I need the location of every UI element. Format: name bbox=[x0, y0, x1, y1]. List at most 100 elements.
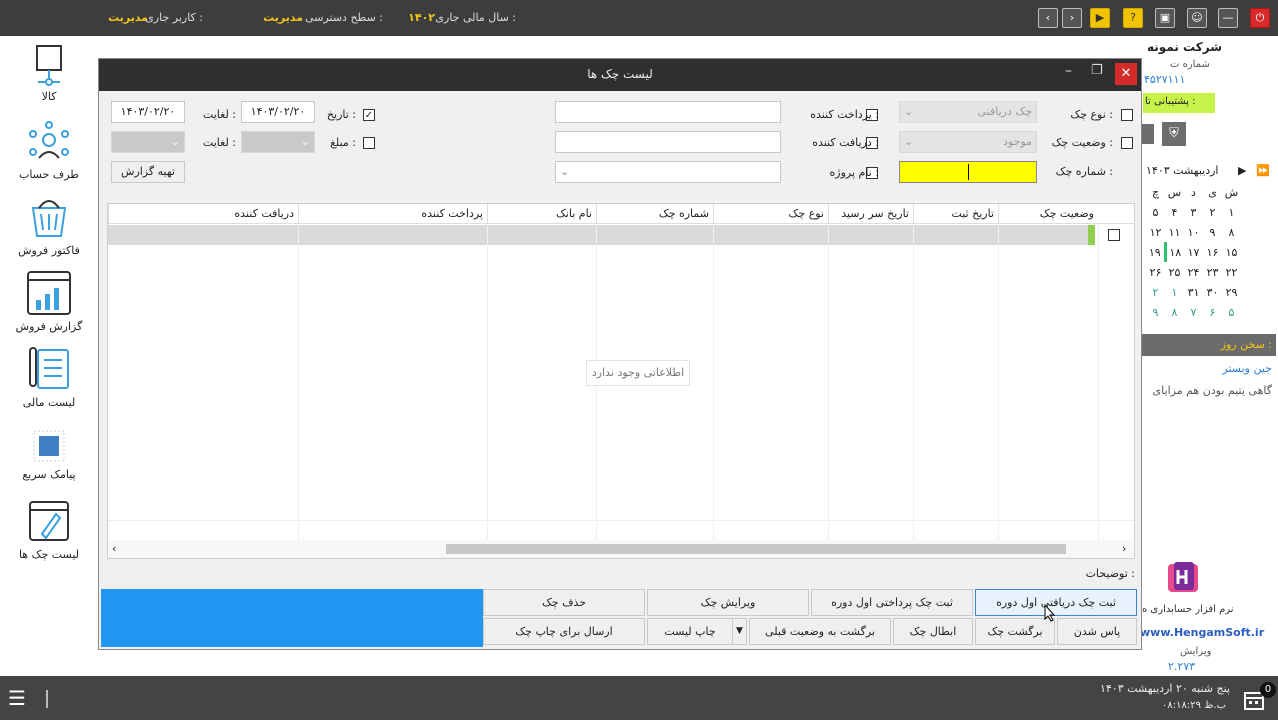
amount-checkbox[interactable] bbox=[363, 137, 375, 149]
calendar-day[interactable]: ۳ bbox=[1184, 202, 1203, 222]
calendar-day[interactable]: ۵ bbox=[1146, 202, 1165, 222]
calendar-day-next-month[interactable]: ۷ bbox=[1184, 302, 1203, 322]
lock-icon[interactable]: ▣ bbox=[1155, 8, 1175, 28]
scroll-left-icon[interactable]: ‹ bbox=[112, 542, 116, 555]
payer-input[interactable] bbox=[555, 101, 781, 123]
nav-item-goods[interactable]: کالا bbox=[0, 44, 98, 103]
calendar-day[interactable]: ۸ bbox=[1222, 222, 1241, 242]
column-header[interactable]: نام بانک bbox=[487, 204, 596, 224]
calendar-day-next-month[interactable]: ۱ bbox=[1165, 282, 1184, 302]
edit-check-button[interactable]: ویرایش چک bbox=[647, 589, 809, 616]
selected-row[interactable] bbox=[108, 225, 1088, 245]
calendar-day-next-month[interactable]: ۹ bbox=[1146, 302, 1165, 322]
calendar-day[interactable]: ۱۵ bbox=[1222, 242, 1241, 262]
register-received-opening-check-button[interactable]: ثبت چک دریافتی اول دوره bbox=[975, 589, 1137, 616]
description-label: توضیحات : bbox=[1085, 567, 1135, 580]
minimize-icon[interactable]: – bbox=[1065, 63, 1072, 79]
play-icon[interactable]: ▶ bbox=[1090, 8, 1110, 28]
user-profile-icon[interactable]: ☺ bbox=[1187, 8, 1207, 28]
calendar-day[interactable]: ۱۶ bbox=[1203, 242, 1222, 262]
close-icon[interactable]: ✕ bbox=[1115, 63, 1137, 85]
check-type-select[interactable]: ⌄ چک دریافتی bbox=[899, 101, 1037, 123]
calendar-day[interactable]: ۲۹ bbox=[1222, 282, 1241, 302]
calendar-day[interactable]: ۱۰ bbox=[1184, 222, 1203, 242]
row-checkbox[interactable] bbox=[1108, 229, 1120, 241]
prev-arrow-icon[interactable]: ‹ bbox=[1038, 8, 1058, 28]
register-paid-opening-check-button[interactable]: ثبت چک پرداختی اول دوره bbox=[811, 589, 973, 616]
date-from-input[interactable]: ۱۴۰۳/۰۲/۲۰ bbox=[241, 101, 315, 123]
calendar-day-next-month[interactable]: ۸ bbox=[1165, 302, 1184, 322]
column-header[interactable]: پرداخت کننده bbox=[298, 204, 487, 224]
calendar-day[interactable]: ۲ bbox=[1203, 202, 1222, 222]
website-link[interactable]: www.HengamSoft.ir bbox=[1140, 626, 1278, 639]
calendar-day[interactable]: ۳۱ bbox=[1184, 282, 1203, 302]
nav-item-sales-report[interactable]: گزارش فروش bbox=[0, 270, 98, 333]
calendar-day[interactable]: ۱۸ bbox=[1165, 242, 1184, 262]
calendar-day[interactable]: ۱۱ bbox=[1165, 222, 1184, 242]
calendar-day[interactable]: ۲۲ bbox=[1222, 262, 1241, 282]
calendar-day[interactable]: ۲۵ bbox=[1165, 262, 1184, 282]
check-status-select[interactable]: ⌄ موجود bbox=[899, 131, 1037, 153]
calendar-day[interactable]: ۲۴ bbox=[1184, 262, 1203, 282]
phone-label: شماره ت bbox=[1170, 59, 1210, 70]
amount-from-input[interactable]: ⌄ bbox=[241, 131, 315, 153]
print-list-button[interactable]: چاپ لیست ▼ bbox=[647, 618, 747, 645]
calendar-day[interactable]: ۴ bbox=[1165, 202, 1184, 222]
calendar-day[interactable]: ۱ bbox=[1222, 202, 1241, 222]
pass-check-button[interactable]: پاس شدن bbox=[1057, 618, 1137, 645]
help-icon[interactable]: ? bbox=[1123, 8, 1143, 28]
shield-icon[interactable]: ⛨ bbox=[1162, 122, 1186, 146]
revert-status-button[interactable]: برگشت به وضعیت قبلی bbox=[749, 618, 891, 645]
calendar-day[interactable]: ۲۶ bbox=[1146, 262, 1165, 282]
amount-to-input[interactable]: ⌄ bbox=[111, 131, 185, 153]
nav-item-quick-sms[interactable]: پیامک سریع bbox=[0, 430, 98, 481]
check-number-input[interactable] bbox=[899, 161, 1037, 183]
column-header[interactable]: تاریخ ثبت bbox=[913, 204, 998, 224]
date-checkbox[interactable]: ✓ bbox=[363, 109, 375, 121]
column-header[interactable]: شماره چک bbox=[596, 204, 713, 224]
calendar-grid: شیدسچ ۱۲۳۴۵ ۸ ۹ ۱۰ ۱۱ ۱۲ ۱۵ ۱۶ ۱۷ ۱۸ ۱۹ ۲۲ ۲۳ ۲۴ ۲۵… bbox=[1146, 182, 1241, 322]
return-check-button[interactable]: برگشت چک bbox=[975, 618, 1055, 645]
calendar-fast-next-icon[interactable]: ⏩ bbox=[1256, 164, 1270, 177]
receiver-input[interactable] bbox=[555, 131, 781, 153]
minimize-app-icon[interactable]: — bbox=[1218, 8, 1238, 28]
check-status-checkbox[interactable] bbox=[1121, 137, 1133, 149]
column-header[interactable]: وضعیت چک bbox=[998, 204, 1098, 224]
project-select[interactable]: ⌄ bbox=[555, 161, 781, 183]
hamburger-menu-icon[interactable]: ☰ bbox=[8, 688, 26, 708]
calendar-day[interactable]: ۲۳ bbox=[1203, 262, 1222, 282]
prepare-report-button[interactable]: تهیه گزارش bbox=[111, 161, 185, 183]
scroll-right-icon[interactable]: › bbox=[1122, 542, 1126, 555]
calendar-day[interactable]: ۹ bbox=[1203, 222, 1222, 242]
next-arrow-icon[interactable]: › bbox=[1062, 8, 1082, 28]
calendar-day[interactable]: ۱۲ bbox=[1146, 222, 1165, 242]
horizontal-scrollbar[interactable]: ‹ › bbox=[108, 540, 1134, 558]
scroll-thumb[interactable] bbox=[446, 544, 1066, 554]
column-header[interactable]: تاریخ سر رسید bbox=[828, 204, 913, 224]
date-to-input[interactable]: ۱۴۰۳/۰۲/۲۰ bbox=[111, 101, 185, 123]
calendar-day-next-month[interactable]: ۲ bbox=[1146, 282, 1165, 302]
dropdown-arrow-icon[interactable]: ▼ bbox=[732, 619, 746, 644]
refresh-icon[interactable] bbox=[1142, 124, 1154, 144]
power-icon[interactable]: ⏻ bbox=[1250, 8, 1270, 28]
nav-item-check-list[interactable]: لیست چک ها bbox=[0, 498, 98, 561]
calendar-day-next-month[interactable]: ۵ bbox=[1222, 302, 1241, 322]
nav-item-accounts[interactable]: طرف حساب bbox=[0, 120, 98, 181]
column-header[interactable]: نوع چک bbox=[713, 204, 828, 224]
calendar-day[interactable]: ۳۰ bbox=[1203, 282, 1222, 302]
nav-item-sales-invoice[interactable]: فاکتور فروش bbox=[0, 194, 98, 257]
nav-item-financial-list[interactable]: لیست مالی bbox=[0, 346, 98, 409]
calendar-week: ۲۲ ۲۳ ۲۴ ۲۵ ۲۶ bbox=[1146, 262, 1241, 282]
calendar-day-today[interactable]: ۱۹ bbox=[1146, 242, 1167, 262]
restore-icon[interactable]: ❐ bbox=[1091, 63, 1103, 78]
payer-label: پرداخت کننده : bbox=[810, 108, 879, 121]
delete-check-button[interactable]: حذف چک bbox=[483, 589, 645, 616]
column-header[interactable]: دریافت کننده bbox=[108, 204, 298, 224]
void-check-button[interactable]: ابطال چک bbox=[893, 618, 973, 645]
check-type-checkbox[interactable] bbox=[1121, 109, 1133, 121]
send-to-check-print-button[interactable]: ارسال برای چاپ چک bbox=[483, 618, 645, 645]
notification-badge[interactable]: 0 bbox=[1260, 682, 1276, 698]
calendar-next-icon[interactable]: ▶ bbox=[1238, 164, 1246, 177]
calendar-day-next-month[interactable]: ۶ bbox=[1203, 302, 1222, 322]
calendar-day[interactable]: ۱۷ bbox=[1184, 242, 1203, 262]
